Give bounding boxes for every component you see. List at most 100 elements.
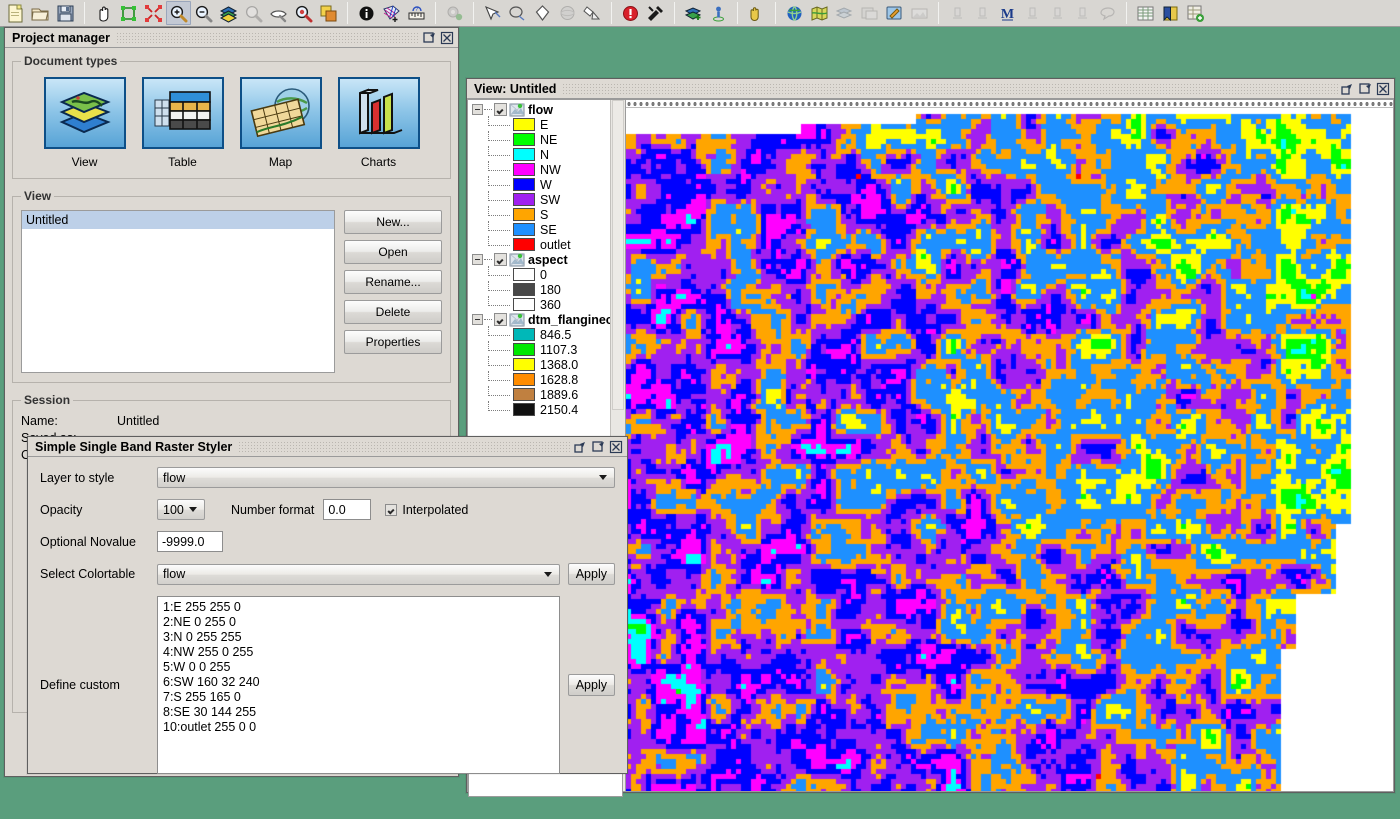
interpolated-checkbox[interactable]: [385, 503, 398, 516]
table-icon[interactable]: [1133, 1, 1158, 25]
optional-novalue-input[interactable]: -9999.0: [157, 531, 223, 552]
bookmark-icon[interactable]: [1158, 1, 1183, 25]
globe-icon[interactable]: [782, 1, 807, 25]
apply-colortable-button[interactable]: Apply: [567, 563, 615, 585]
legend-entry[interactable]: SW: [468, 191, 625, 207]
close-icon[interactable]: [438, 30, 456, 46]
opacity-combo[interactable]: 100: [157, 499, 205, 520]
edit-map-icon[interactable]: [882, 1, 907, 25]
select-sphere-icon[interactable]: [555, 1, 580, 25]
add-layer-icon[interactable]: [681, 1, 706, 25]
map-icon[interactable]: [807, 1, 832, 25]
hand-cursor-icon[interactable]: [744, 1, 769, 25]
legend-entry[interactable]: 1107.3: [468, 341, 625, 357]
text-tool-3-icon[interactable]: [1020, 1, 1045, 25]
legend-entry[interactable]: 1368.0: [468, 356, 625, 372]
zoom-layer-icon[interactable]: [291, 1, 316, 25]
zoom-full-extent-icon[interactable]: [116, 1, 141, 25]
text-tool-5-icon[interactable]: [1070, 1, 1095, 25]
text-tool-icon[interactable]: [945, 1, 970, 25]
balloon-icon[interactable]: [1095, 1, 1120, 25]
layer-visibility-checkbox[interactable]: [494, 313, 507, 326]
restore-icon[interactable]: [1338, 81, 1356, 97]
zoom-in-icon[interactable]: [166, 1, 191, 25]
list-item[interactable]: Untitled: [22, 211, 334, 229]
restore-icon[interactable]: [571, 439, 589, 455]
wms-icon[interactable]: [832, 1, 857, 25]
measure-icon[interactable]: ?: [404, 1, 429, 25]
document-type-view[interactable]: View: [42, 77, 128, 169]
zoom-previous-icon[interactable]: [241, 1, 266, 25]
layer-visibility-checkbox[interactable]: [494, 253, 507, 266]
select-polygon-icon[interactable]: [530, 1, 555, 25]
layer-visibility-checkbox[interactable]: [494, 103, 507, 116]
legend-entry[interactable]: 180: [468, 281, 625, 297]
add-table-icon[interactable]: [1183, 1, 1208, 25]
collapse-icon[interactable]: [472, 254, 483, 265]
add-point-icon[interactable]: [706, 1, 731, 25]
layer-node-aspect[interactable]: aspect: [468, 252, 625, 267]
stop-editing-icon[interactable]: [618, 1, 643, 25]
select-colortable-combo[interactable]: flow: [157, 563, 560, 585]
clear-selection-icon[interactable]: [580, 1, 605, 25]
map-canvas[interactable]: [626, 109, 1393, 791]
view-window-titlebar[interactable]: View: Untitled: [467, 79, 1394, 99]
select-point-icon[interactable]: [480, 1, 505, 25]
close-icon[interactable]: [1374, 81, 1392, 97]
number-format-input[interactable]: 0.0: [323, 499, 372, 520]
legend-entry[interactable]: 0: [468, 266, 625, 282]
legend-entry[interactable]: N: [468, 146, 625, 162]
new-button[interactable]: New...: [344, 210, 442, 234]
zoom-next-icon[interactable]: [266, 1, 291, 25]
geoprocess-gear-icon[interactable]: [442, 1, 467, 25]
legend-entry[interactable]: E: [468, 116, 625, 132]
define-custom-textarea[interactable]: 1:E 255 255 0 2:NE 0 255 0 3:N 0 255 255…: [157, 596, 560, 774]
legend-entry[interactable]: NE: [468, 131, 625, 147]
maximize-icon[interactable]: [420, 30, 438, 46]
close-icon[interactable]: [607, 439, 625, 455]
document-type-table[interactable]: Table: [140, 77, 226, 169]
maximize-icon[interactable]: [589, 439, 607, 455]
editing-tools-icon[interactable]: [643, 1, 668, 25]
properties-button[interactable]: Properties: [344, 330, 442, 354]
layer-node-dtm_flanginec[interactable]: dtm_flanginec: [468, 312, 625, 327]
text-tool-4-icon[interactable]: [1045, 1, 1070, 25]
delete-button[interactable]: Delete: [344, 300, 442, 324]
legend-entry[interactable]: 1889.6: [468, 386, 625, 402]
collapse-icon[interactable]: [472, 314, 483, 325]
map-panel[interactable]: [625, 99, 1394, 792]
rename-button[interactable]: Rename...: [344, 270, 442, 294]
legend-entry[interactable]: 1628.8: [468, 371, 625, 387]
new-document-icon[interactable]: [3, 1, 28, 25]
legend-entry[interactable]: 2150.4: [468, 401, 625, 417]
project-manager-titlebar[interactable]: Project manager: [5, 28, 458, 48]
legend-entry[interactable]: 360: [468, 296, 625, 312]
open-folder-icon[interactable]: [28, 1, 53, 25]
layers-icon[interactable]: [216, 1, 241, 25]
apply-custom-button[interactable]: Apply: [567, 674, 615, 696]
view-list[interactable]: Untitled: [21, 210, 335, 373]
legend-entry[interactable]: W: [468, 176, 625, 192]
text-tool-2-icon[interactable]: [970, 1, 995, 25]
legend-entry[interactable]: SE: [468, 221, 625, 237]
maximize-icon[interactable]: [1356, 81, 1374, 97]
image-icon[interactable]: [907, 1, 932, 25]
layer-node-flow[interactable]: flow: [468, 102, 625, 117]
select-lasso-icon[interactable]: [505, 1, 530, 25]
open-button[interactable]: Open: [344, 240, 442, 264]
legend-entry[interactable]: S: [468, 206, 625, 222]
legend-entry[interactable]: NW: [468, 161, 625, 177]
bold-m-icon[interactable]: M: [995, 1, 1020, 25]
legend-entry[interactable]: 846.5: [468, 326, 625, 342]
pan-hand-icon[interactable]: [91, 1, 116, 25]
info-icon[interactable]: [354, 1, 379, 25]
select-area-icon[interactable]: [379, 1, 404, 25]
save-disk-icon[interactable]: [53, 1, 78, 25]
catalog-icon[interactable]: [857, 1, 882, 25]
scrollbar-thumb[interactable]: [612, 100, 624, 410]
zoom-out-icon[interactable]: [191, 1, 216, 25]
styler-titlebar[interactable]: Simple Single Band Raster Styler: [28, 437, 627, 457]
document-type-charts[interactable]: Charts: [336, 77, 422, 169]
collapse-icon[interactable]: [472, 104, 483, 115]
zoom-selection-icon[interactable]: [141, 1, 166, 25]
